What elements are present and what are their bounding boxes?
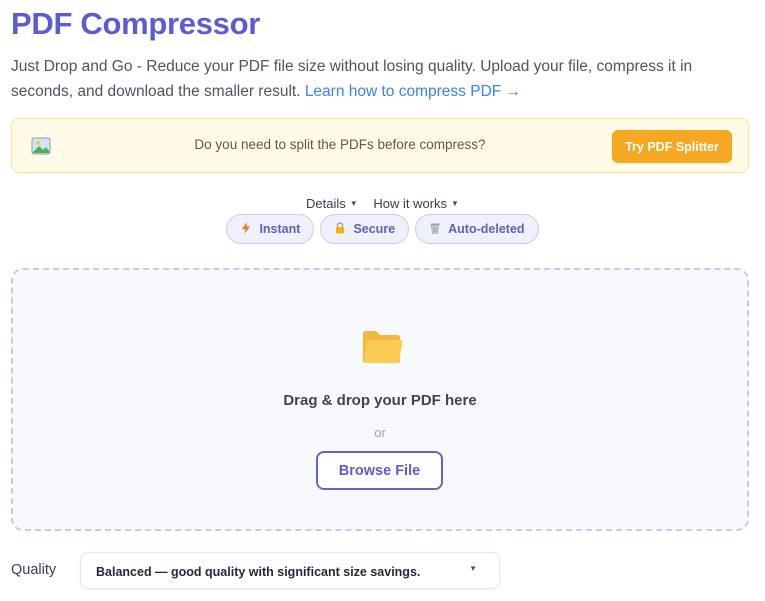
chip-label: Secure <box>353 222 396 236</box>
quality-select[interactable]: Balanced — good quality with significant… <box>80 552 500 589</box>
chevron-down-icon: ▼ <box>451 199 459 208</box>
feature-chips: Instant Secure Auto-deleted <box>0 214 765 244</box>
lock-icon <box>336 222 345 234</box>
how-it-works-toggle[interactable]: How it works ▼ <box>373 196 459 211</box>
details-label: Details <box>306 196 346 211</box>
browse-file-button[interactable]: Browse File <box>316 451 443 490</box>
lightning-icon <box>242 222 251 234</box>
quality-selected-value: Balanced — good quality with significant… <box>96 565 421 579</box>
splitter-banner: Do you need to split the PDFs before com… <box>11 118 749 173</box>
info-toggles: Details ▼ How it works ▼ <box>0 196 765 211</box>
pdf-dropzone[interactable]: Drag & drop your PDF here or Browse File <box>11 268 749 531</box>
chevron-down-icon: ▼ <box>349 199 358 208</box>
trash-icon <box>430 223 440 234</box>
learn-how-link[interactable]: Learn how to compress PDF → <box>305 83 521 100</box>
chevron-down-icon: ▼ <box>469 564 477 573</box>
dropzone-title: Drag & drop your PDF here <box>283 392 477 409</box>
try-pdf-splitter-button[interactable]: Try PDF Splitter <box>612 130 732 163</box>
details-toggle[interactable]: Details ▼ <box>306 196 358 211</box>
how-it-works-label: How it works <box>373 196 448 211</box>
chip-instant: Instant <box>226 214 315 244</box>
chip-label: Instant <box>259 222 301 236</box>
folder-icon <box>363 331 403 363</box>
page-subtitle: Just Drop and Go - Reduce your PDF file … <box>11 54 751 104</box>
dropzone-or: or <box>374 425 386 440</box>
page: PDF Compressor Just Drop and Go - Reduce… <box>0 0 765 601</box>
chip-label: Auto-deleted <box>448 222 525 236</box>
chip-secure: Secure <box>320 214 410 244</box>
chip-auto-deleted: Auto-deleted <box>415 214 539 244</box>
page-title: PDF Compressor <box>11 6 261 41</box>
quality-label: Quality <box>11 562 57 578</box>
